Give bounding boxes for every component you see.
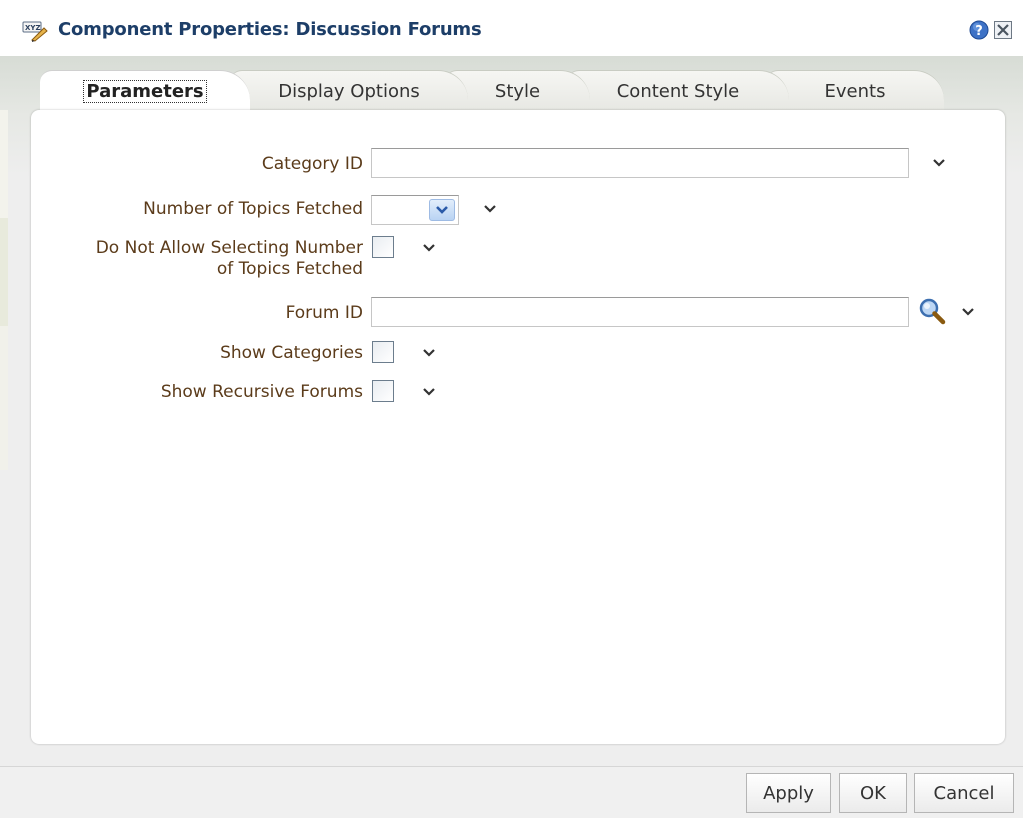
component-properties-dialog: XYZ Component Properties: Discussion For…: [0, 0, 1023, 818]
show-recursive-forums-label: Show Recursive Forums: [160, 382, 363, 402]
xyz-edit-icon: XYZ: [22, 21, 48, 42]
cancel-button[interactable]: Cancel: [914, 773, 1014, 813]
topics-fetched-label: Number of Topics Fetched: [143, 199, 363, 219]
forum-id-label: Forum ID: [285, 303, 363, 323]
tab-content-style[interactable]: Content Style: [567, 70, 789, 111]
show-recursive-forums-checkbox[interactable]: [372, 380, 394, 402]
chevron-down-icon: [436, 206, 448, 214]
edge-strip: [0, 110, 8, 470]
search-icon[interactable]: [918, 297, 946, 325]
help-icon[interactable]: ?: [969, 20, 989, 40]
forum-id-field[interactable]: [371, 297, 909, 327]
chevron-down-icon[interactable]: [483, 204, 497, 214]
tab-label: Parameters: [83, 79, 207, 103]
dialog-title: Component Properties: Discussion Forums: [58, 19, 482, 40]
show-categories-checkbox[interactable]: [372, 341, 394, 363]
dialog-titlebar: XYZ Component Properties: Discussion For…: [0, 0, 1023, 56]
tab-strip: Events Content Style Style Display Optio…: [40, 70, 944, 111]
divider: [0, 766, 1023, 767]
chevron-down-icon[interactable]: [932, 158, 946, 168]
tab-label: Display Options: [278, 80, 420, 102]
show-categories-label: Show Categories: [220, 343, 363, 363]
label-line: of Topics Fetched: [216, 259, 363, 279]
topics-fetched-select[interactable]: [371, 195, 459, 225]
tab-label: Content Style: [616, 80, 740, 102]
chevron-down-icon[interactable]: [961, 307, 975, 317]
svg-text:?: ?: [975, 24, 983, 39]
svg-text:XYZ: XYZ: [25, 24, 41, 32]
chevron-down-icon[interactable]: [422, 387, 436, 397]
tab-events[interactable]: Events: [766, 70, 944, 111]
select-dropdown-button[interactable]: [429, 199, 455, 221]
chevron-down-icon[interactable]: [422, 243, 436, 253]
tab-display-options[interactable]: Display Options: [230, 70, 468, 111]
no-select-topics-label: Do Not Allow Selecting Number of Topics …: [96, 238, 363, 280]
label-line: Do Not Allow Selecting Number: [95, 238, 363, 258]
tab-label: Events: [824, 80, 886, 102]
close-icon[interactable]: [994, 21, 1012, 39]
chevron-down-icon[interactable]: [422, 348, 436, 358]
tab-parameters[interactable]: Parameters: [40, 70, 250, 111]
category-id-field[interactable]: [371, 148, 909, 178]
no-select-topics-checkbox[interactable]: [372, 236, 394, 258]
ok-button[interactable]: OK: [839, 773, 907, 813]
tab-label: Style: [494, 80, 541, 102]
category-id-label: Category ID: [261, 154, 363, 174]
apply-button[interactable]: Apply: [746, 773, 831, 813]
